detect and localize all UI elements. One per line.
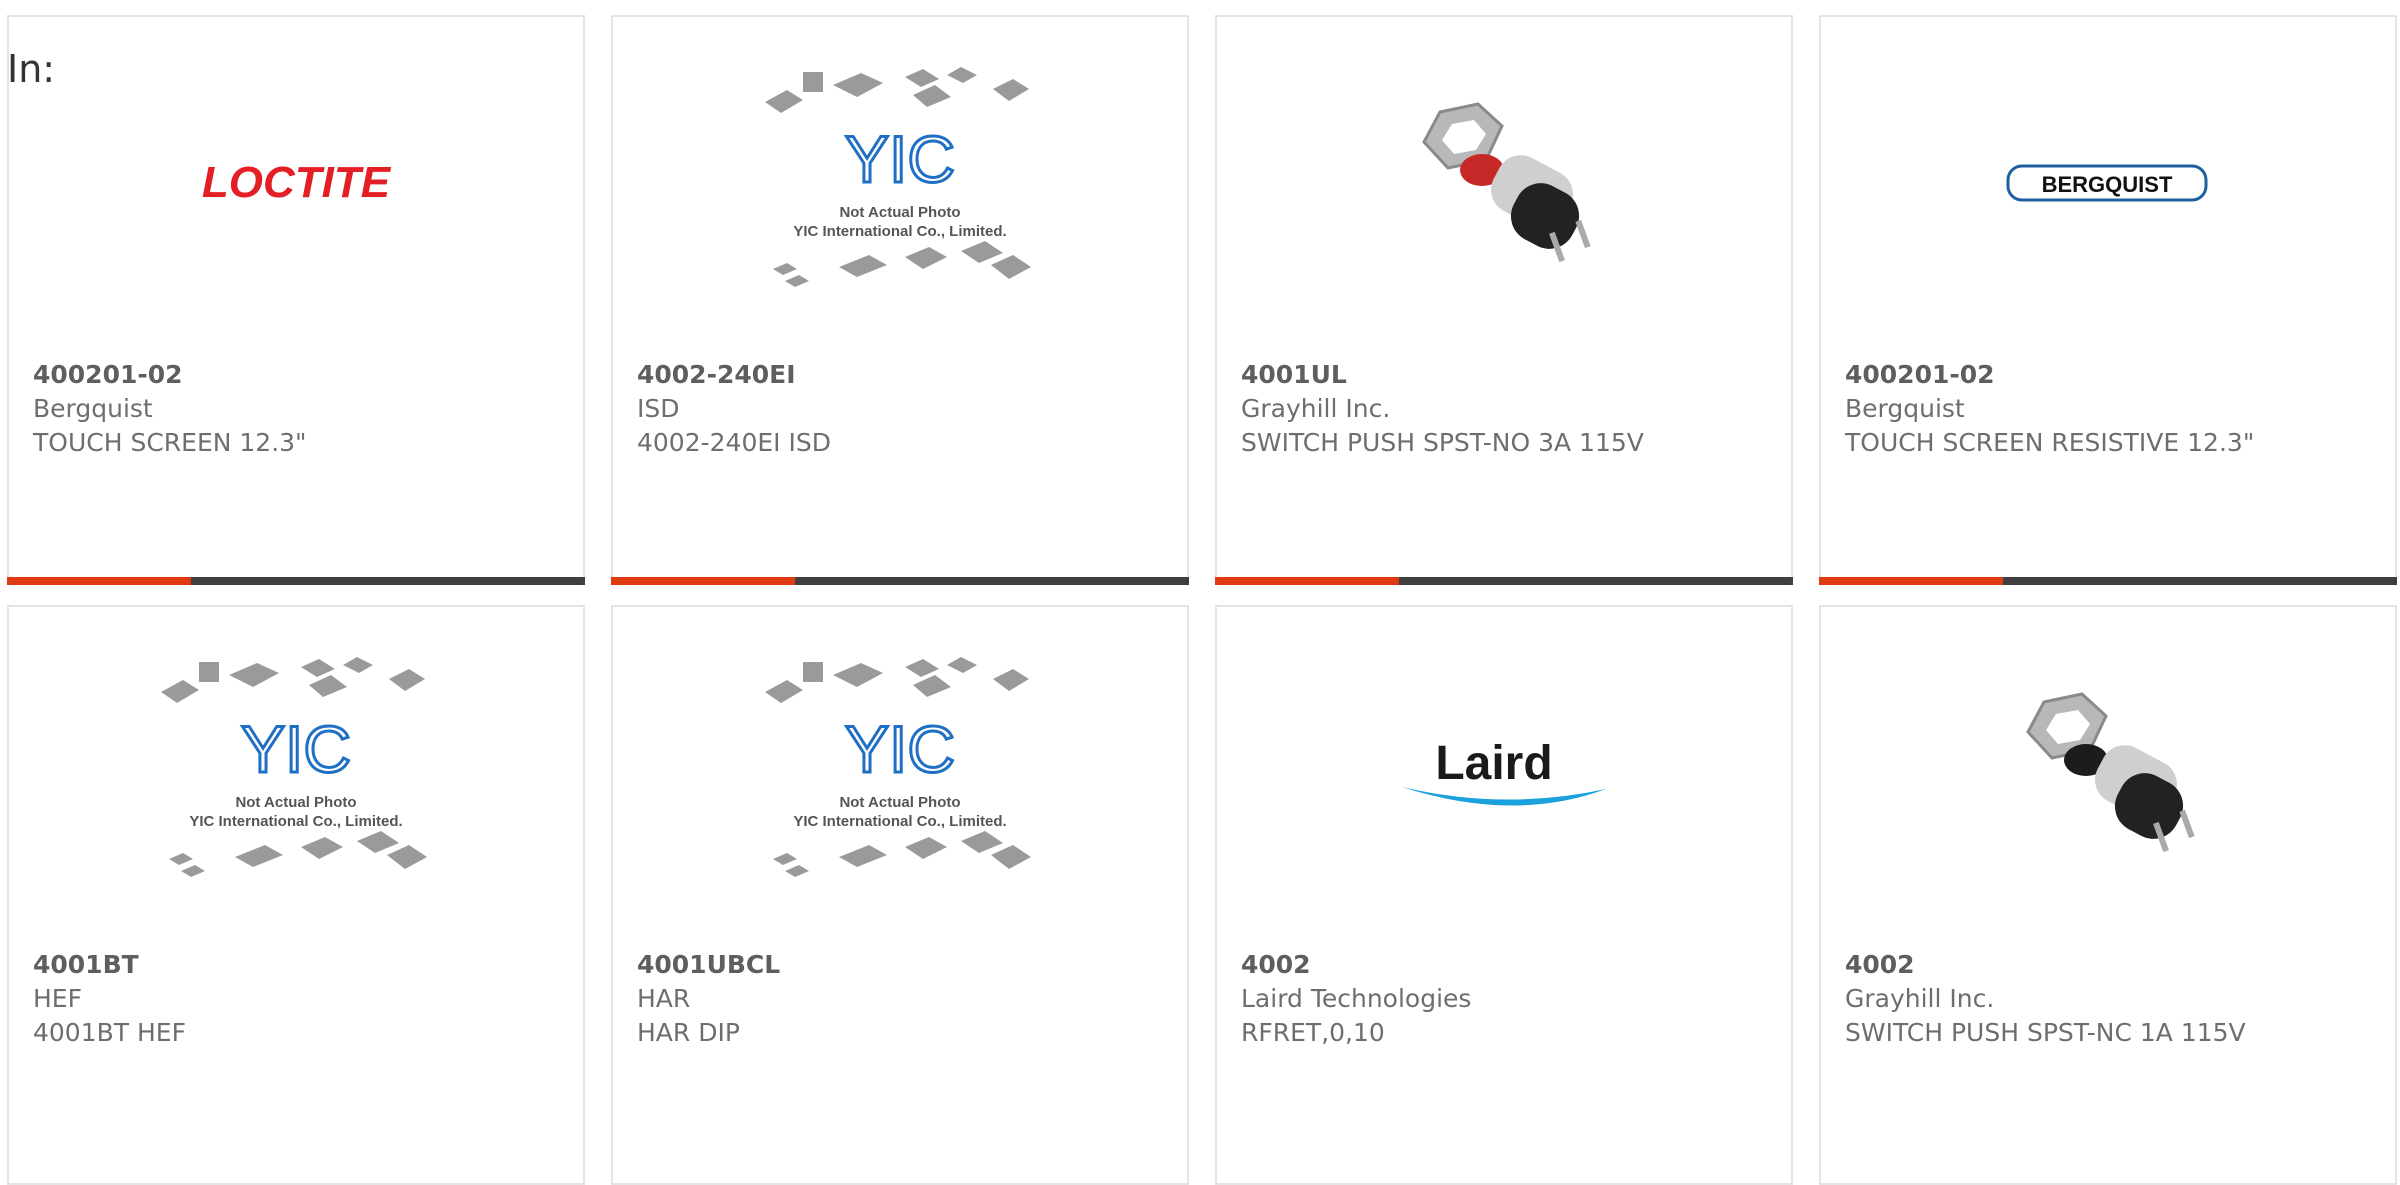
laird-logo: Laird <box>1402 737 1606 806</box>
product-info: 4001UBCL HAR HAR DIP <box>637 948 780 1050</box>
product-info: 4001UL Grayhill Inc. SWITCH PUSH SPST-NO… <box>1241 358 1644 460</box>
card-accent-bar <box>1215 577 1399 585</box>
bergquist-logo: BERGQUIST <box>2006 164 2208 202</box>
card-accent-bar <box>1819 577 2003 585</box>
yic-placeholder-image: YIC Not Actual Photo YIC International C… <box>161 657 427 877</box>
product-description: 4002-240EI ISD <box>637 428 831 457</box>
yic-placeholder-image: YIC Not Actual Photo YIC International C… <box>765 657 1031 877</box>
svg-text:Not Actual Photo: Not Actual Photo <box>235 794 356 811</box>
manufacturer-label: Bergquist <box>33 394 153 423</box>
product-card[interactable]: 4002 Grayhill Inc. SWITCH PUSH SPST-NC 1… <box>1819 605 2397 1185</box>
svg-text:LOCTITE: LOCTITE <box>202 158 392 207</box>
part-number-link[interactable]: 4002 <box>1241 948 1471 982</box>
part-number-link[interactable]: 4002-240EI <box>637 358 831 392</box>
product-card[interactable]: BERGQUIST 400201-02 Bergquist TOUCH SCRE… <box>1819 15 2397 585</box>
card-accent-bar <box>611 577 795 585</box>
filter-in-label: In: <box>7 47 56 91</box>
product-image[interactable]: BERGQUIST <box>1821 92 2395 272</box>
product-card[interactable]: 4001UL Grayhill Inc. SWITCH PUSH SPST-NO… <box>1215 15 1793 585</box>
manufacturer-label: Grayhill Inc. <box>1845 984 1995 1013</box>
manufacturer-label: ISD <box>637 394 680 423</box>
svg-text:YIC International Co., Limited: YIC International Co., Limited. <box>189 813 402 830</box>
card-bottom-bar <box>611 577 1189 585</box>
product-info: 4002-240EI ISD 4002-240EI ISD <box>637 358 831 460</box>
product-image[interactable]: Laird <box>1217 682 1791 862</box>
yic-mark: YIC <box>241 712 351 786</box>
product-image[interactable] <box>1821 682 2395 862</box>
product-description: 4001BT HEF <box>33 1018 186 1047</box>
product-description: HAR DIP <box>637 1018 740 1047</box>
product-card[interactable]: YIC Not Actual Photo YIC International C… <box>7 605 585 1185</box>
manufacturer-label: HEF <box>33 984 82 1013</box>
product-info: 400201-02 Bergquist TOUCH SCREEN 12.3" <box>33 358 307 460</box>
svg-text:Laird: Laird <box>1435 737 1552 790</box>
product-info: 4002 Laird Technologies RFRET,0,10 <box>1241 948 1471 1050</box>
part-number-link[interactable]: 4002 <box>1845 948 2246 982</box>
yic-mark: YIC <box>845 712 955 786</box>
card-bottom-bar <box>7 577 585 585</box>
product-image[interactable]: YIC Not Actual Photo YIC International C… <box>613 657 1187 877</box>
product-description: SWITCH PUSH SPST-NC 1A 115V <box>1845 1018 2246 1047</box>
product-image[interactable]: YIC Not Actual Photo YIC International C… <box>9 657 583 877</box>
manufacturer-label: HAR <box>637 984 691 1013</box>
pushbutton-switch-image <box>2026 692 2195 853</box>
product-description: SWITCH PUSH SPST-NO 3A 115V <box>1241 428 1644 457</box>
part-number-link[interactable]: 4001BT <box>33 948 186 982</box>
product-info: 4001BT HEF 4001BT HEF <box>33 948 186 1050</box>
card-bottom-bar <box>1819 577 2397 585</box>
product-image[interactable]: LOCTITE <box>9 92 583 272</box>
svg-text:Not Actual Photo: Not Actual Photo <box>839 794 960 811</box>
product-info: 4002 Grayhill Inc. SWITCH PUSH SPST-NC 1… <box>1845 948 2246 1050</box>
part-number-link[interactable]: 400201-02 <box>1845 358 2254 392</box>
svg-text:YIC International Co., Limited: YIC International Co., Limited. <box>793 223 1006 240</box>
product-image[interactable] <box>1217 92 1791 272</box>
loctite-logo: LOCTITE <box>202 158 392 207</box>
product-card[interactable]: YIC Not Actual Photo YIC International C… <box>611 15 1189 585</box>
part-number-link[interactable]: 400201-02 <box>33 358 307 392</box>
product-description: TOUCH SCREEN 12.3" <box>33 428 307 457</box>
product-card[interactable]: Laird 4002 Laird Technologies RFRET,0,10 <box>1215 605 1793 1185</box>
product-description: RFRET,0,10 <box>1241 1018 1385 1047</box>
card-bottom-bar <box>1215 577 1793 585</box>
product-card[interactable]: YIC Not Actual Photo YIC International C… <box>611 605 1189 1185</box>
manufacturer-label: Laird Technologies <box>1241 984 1472 1013</box>
manufacturer-label: Bergquist <box>1845 394 1965 423</box>
svg-text:BERGQUIST: BERGQUIST <box>2042 172 2173 197</box>
part-number-link[interactable]: 4001UL <box>1241 358 1644 392</box>
svg-text:Not Actual Photo: Not Actual Photo <box>839 204 960 221</box>
yic-placeholder-image: YIC Not Actual Photo YIC International C… <box>765 67 1031 287</box>
part-number-link[interactable]: 4001UBCL <box>637 948 780 982</box>
pushbutton-switch-image <box>1422 102 1591 263</box>
product-card[interactable]: LOCTITE 400201-02 Bergquist TOUCH SCREEN… <box>7 15 585 585</box>
product-image[interactable]: YIC Not Actual Photo YIC International C… <box>613 67 1187 287</box>
card-accent-bar <box>7 577 191 585</box>
product-info: 400201-02 Bergquist TOUCH SCREEN RESISTI… <box>1845 358 2254 460</box>
yic-mark: YIC <box>845 122 955 196</box>
svg-text:YIC International Co., Limited: YIC International Co., Limited. <box>793 813 1006 830</box>
product-description: TOUCH SCREEN RESISTIVE 12.3" <box>1845 428 2255 457</box>
manufacturer-label: Grayhill Inc. <box>1241 394 1391 423</box>
